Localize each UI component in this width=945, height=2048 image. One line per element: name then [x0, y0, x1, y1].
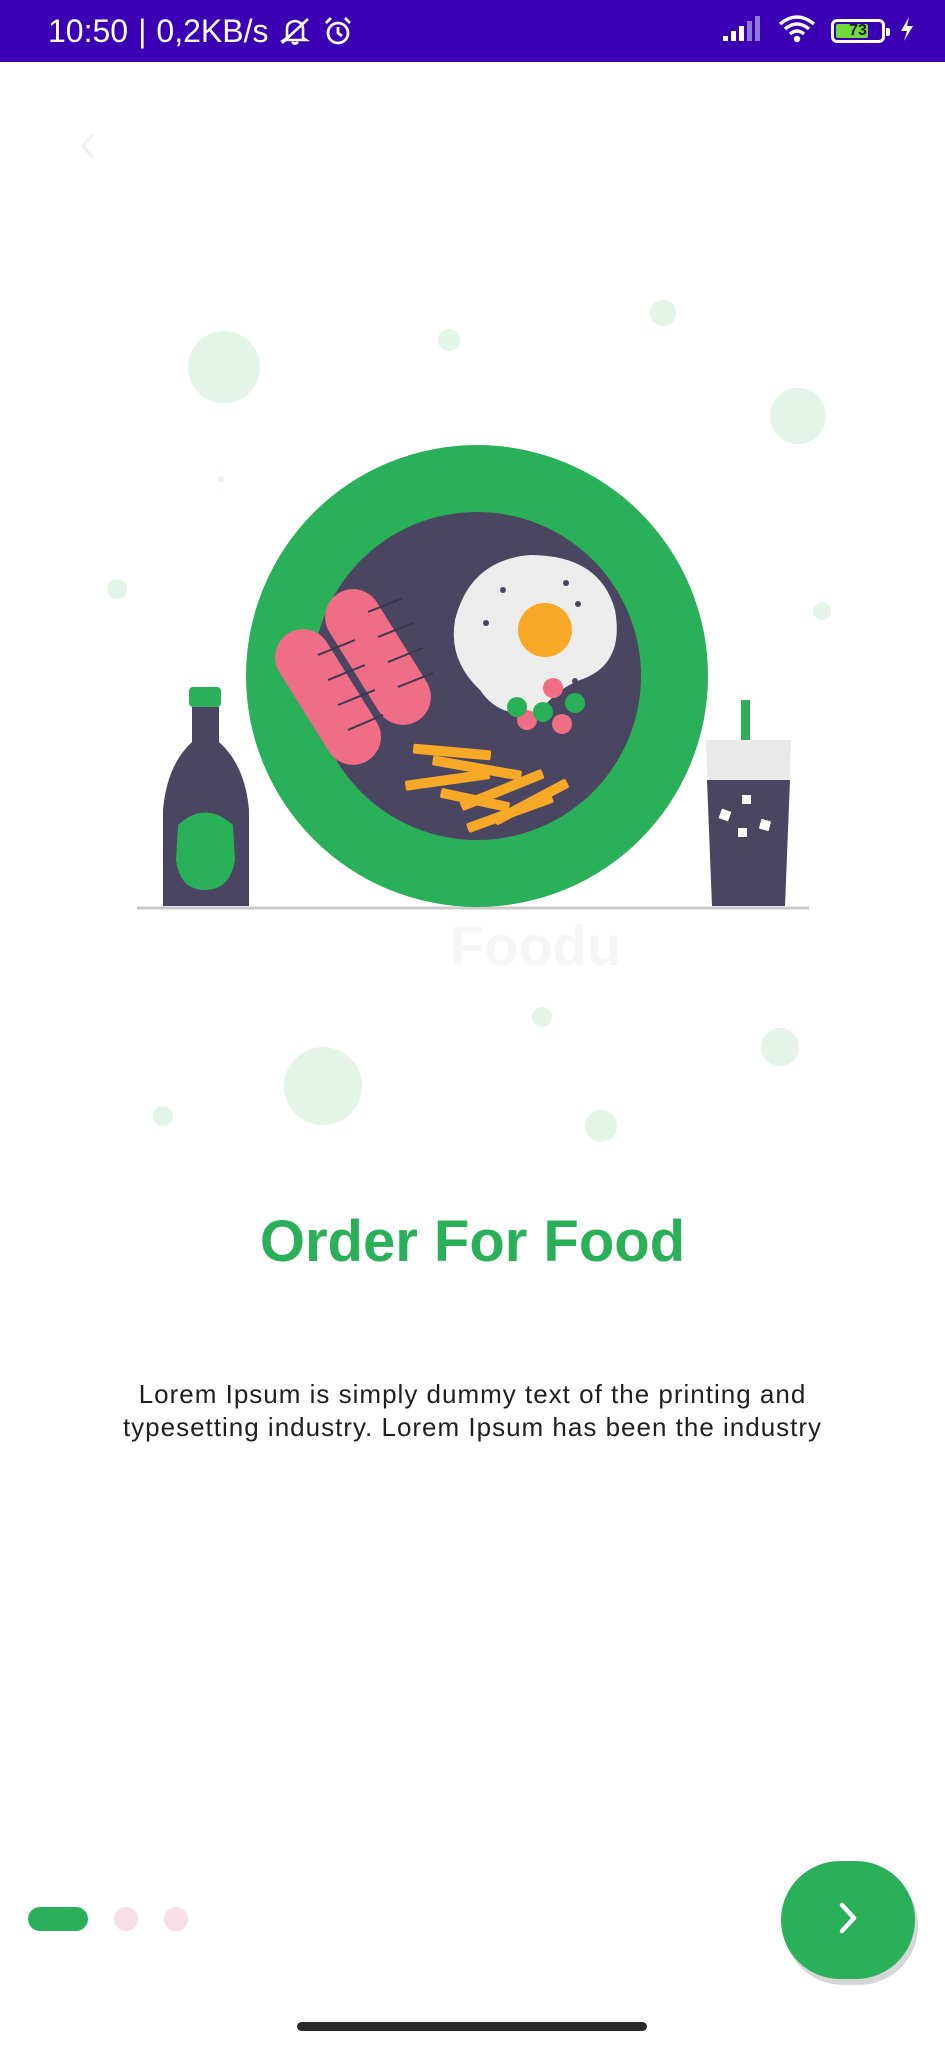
battery-cap	[886, 28, 890, 36]
sauce-bottle	[163, 687, 249, 906]
chevron-right-icon	[836, 1900, 860, 1941]
next-button[interactable]	[781, 1861, 915, 1979]
home-indicator[interactable]	[297, 2022, 647, 2031]
status-separator: |	[138, 12, 147, 49]
network-speed: 0,2KB/s	[156, 12, 269, 49]
battery-icon: 73	[831, 19, 890, 43]
mute-icon	[278, 16, 312, 46]
chevron-left-icon	[78, 130, 98, 167]
description-line: typesetting industry. Lorem Ipsum has be…	[122, 1412, 823, 1442]
page-dot-2[interactable]	[114, 1907, 138, 1931]
status-left: 10:50 | 0,2KB/s	[48, 0, 354, 62]
battery-level: 73	[849, 22, 867, 39]
status-bar: 10:50 | 0,2KB/s 73	[0, 0, 945, 62]
signal-icon	[721, 15, 763, 47]
description-line: Lorem Ipsum is simply dummy text of the …	[138, 1379, 807, 1409]
page-indicator	[28, 1906, 188, 1932]
charging-icon	[899, 16, 915, 47]
status-right: 73	[721, 0, 915, 62]
status-time: 10:50	[48, 12, 129, 49]
onboarding-description: Lorem Ipsum is simply dummy text of the …	[70, 1378, 875, 1444]
food-plate-illustration: Foodu	[107, 300, 831, 1142]
onboarding-illustration: Foodu	[0, 270, 945, 1170]
onboarding-title: Order For Food	[259, 1209, 686, 1274]
svg-text:Foodu: Foodu	[450, 914, 621, 977]
back-button[interactable]	[68, 128, 108, 168]
page-dot-3[interactable]	[164, 1907, 188, 1931]
alarm-icon	[322, 15, 354, 47]
page-dot-1[interactable]	[28, 1907, 88, 1931]
wifi-icon	[777, 14, 817, 49]
drink-glass	[706, 700, 791, 906]
